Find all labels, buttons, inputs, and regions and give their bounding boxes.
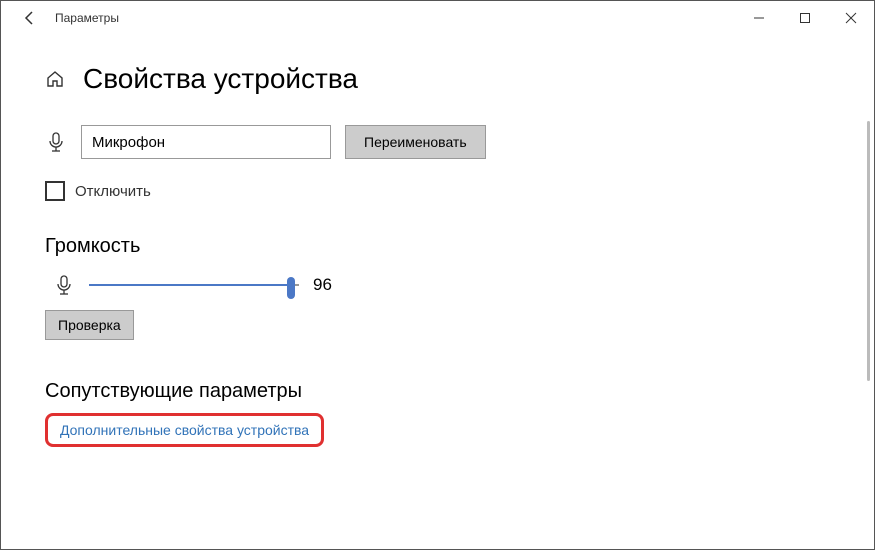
microphone-icon [53,274,75,296]
volume-value: 96 [313,275,332,295]
titlebar: Параметры [1,1,874,35]
slider-fill [89,284,291,286]
microphone-icon [45,131,67,153]
volume-heading: Громкость [45,235,834,258]
content-area: Свойства устройства Переименовать Отключ… [1,35,874,447]
scrollbar[interactable] [867,121,870,381]
test-button[interactable]: Проверка [45,310,134,340]
disable-label: Отключить [75,183,151,200]
home-icon[interactable] [45,69,65,89]
window-title: Параметры [55,11,119,25]
maximize-button[interactable] [782,1,828,35]
rename-button[interactable]: Переименовать [345,125,486,159]
disable-row: Отключить [45,181,834,201]
window-controls [736,1,874,35]
header-row: Свойства устройства [45,63,834,95]
additional-properties-link[interactable]: Дополнительные свойства устройства [45,413,324,447]
related-heading: Сопутствующие параметры [45,380,834,403]
disable-checkbox[interactable] [45,181,65,201]
device-name-row: Переименовать [45,125,834,159]
volume-slider[interactable] [89,275,299,295]
close-button[interactable] [828,1,874,35]
page-title: Свойства устройства [83,63,358,95]
back-button[interactable] [13,1,47,35]
volume-row: 96 [45,274,834,296]
slider-thumb[interactable] [287,277,295,299]
device-name-input[interactable] [81,125,331,159]
minimize-button[interactable] [736,1,782,35]
